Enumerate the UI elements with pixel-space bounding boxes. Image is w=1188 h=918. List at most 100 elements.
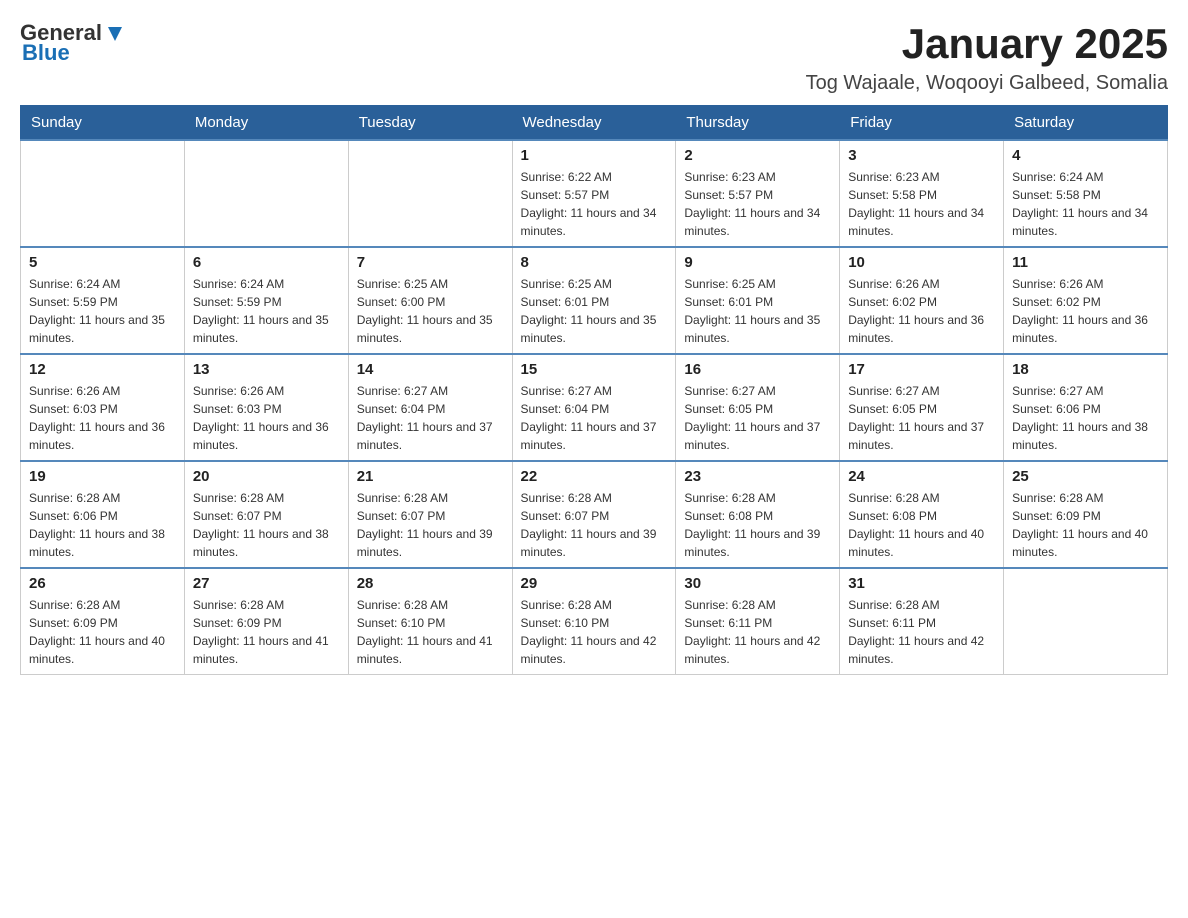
calendar-cell: 24 Sunrise: 6:28 AMSunset: 6:08 PMDayligh… [840,461,1004,568]
calendar-header-wednesday: Wednesday [512,106,676,141]
day-number: 2 [684,147,831,164]
day-info: Sunrise: 6:28 AMSunset: 6:07 PMDaylight:… [521,489,668,561]
calendar-cell [348,140,512,247]
calendar-cell: 15 Sunrise: 6:27 AMSunset: 6:04 PMDayligh… [512,354,676,461]
day-info: Sunrise: 6:28 AMSunset: 6:09 PMDaylight:… [193,596,340,668]
calendar-header-saturday: Saturday [1004,106,1168,141]
day-info: Sunrise: 6:24 AMSunset: 5:58 PMDaylight:… [1012,168,1159,240]
calendar-cell: 20 Sunrise: 6:28 AMSunset: 6:07 PMDayligh… [184,461,348,568]
day-number: 14 [357,361,504,378]
day-number: 18 [1012,361,1159,378]
day-number: 17 [848,361,995,378]
calendar-header-sunday: Sunday [21,106,185,141]
month-title: January 2025 [806,20,1168,68]
day-number: 20 [193,468,340,485]
day-info: Sunrise: 6:23 AMSunset: 5:57 PMDaylight:… [684,168,831,240]
day-info: Sunrise: 6:28 AMSunset: 6:11 PMDaylight:… [684,596,831,668]
day-info: Sunrise: 6:24 AMSunset: 5:59 PMDaylight:… [193,275,340,347]
calendar-header-monday: Monday [184,106,348,141]
calendar-cell: 30 Sunrise: 6:28 AMSunset: 6:11 PMDayligh… [676,568,840,675]
calendar-cell: 28 Sunrise: 6:28 AMSunset: 6:10 PMDayligh… [348,568,512,675]
day-number: 19 [29,468,176,485]
calendar-cell: 29 Sunrise: 6:28 AMSunset: 6:10 PMDayligh… [512,568,676,675]
calendar-week-row-4: 19 Sunrise: 6:28 AMSunset: 6:06 PMDayligh… [21,461,1168,568]
day-info: Sunrise: 6:25 AMSunset: 6:01 PMDaylight:… [684,275,831,347]
calendar-cell: 18 Sunrise: 6:27 AMSunset: 6:06 PMDayligh… [1004,354,1168,461]
calendar-cell: 3 Sunrise: 6:23 AMSunset: 5:58 PMDaylight… [840,140,1004,247]
calendar-cell: 27Sunrise: 6:28 AMSunset: 6:09 PMDayligh… [184,568,348,675]
day-number: 10 [848,254,995,271]
calendar-cell: 12 Sunrise: 6:26 AMSunset: 6:03 PMDayligh… [21,354,185,461]
day-number: 7 [357,254,504,271]
day-info: Sunrise: 6:28 AMSunset: 6:09 PMDaylight:… [29,596,176,668]
calendar-cell: 7 Sunrise: 6:25 AMSunset: 6:00 PMDaylight… [348,247,512,354]
day-info: Sunrise: 6:27 AMSunset: 6:05 PMDaylight:… [848,382,995,454]
calendar-header-thursday: Thursday [676,106,840,141]
day-info: Sunrise: 6:26 AMSunset: 6:03 PMDaylight:… [29,382,176,454]
day-number: 28 [357,575,504,592]
day-number: 21 [357,468,504,485]
calendar-cell [1004,568,1168,675]
day-info: Sunrise: 6:28 AMSunset: 6:09 PMDaylight:… [1012,489,1159,561]
calendar-week-row-3: 12 Sunrise: 6:26 AMSunset: 6:03 PMDayligh… [21,354,1168,461]
calendar-cell [21,140,185,247]
day-info: Sunrise: 6:28 AMSunset: 6:10 PMDaylight:… [357,596,504,668]
calendar-cell: 25Sunrise: 6:28 AMSunset: 6:09 PMDayligh… [1004,461,1168,568]
day-info: Sunrise: 6:26 AMSunset: 6:03 PMDaylight:… [193,382,340,454]
day-number: 12 [29,361,176,378]
calendar-cell: 6Sunrise: 6:24 AMSunset: 5:59 PMDaylight… [184,247,348,354]
day-number: 22 [521,468,668,485]
day-number: 1 [521,147,668,164]
calendar-cell [184,140,348,247]
day-number: 29 [521,575,668,592]
calendar-cell: 14 Sunrise: 6:27 AMSunset: 6:04 PMDayligh… [348,354,512,461]
calendar-header-friday: Friday [840,106,1004,141]
day-info: Sunrise: 6:28 AMSunset: 6:11 PMDaylight:… [848,596,995,668]
day-number: 26 [29,575,176,592]
day-number: 24 [848,468,995,485]
day-info: Sunrise: 6:28 AMSunset: 6:07 PMDaylight:… [193,489,340,561]
day-number: 31 [848,575,995,592]
day-info: Sunrise: 6:23 AMSunset: 5:58 PMDaylight:… [848,168,995,240]
day-info: Sunrise: 6:28 AMSunset: 6:08 PMDaylight:… [684,489,831,561]
day-info: Sunrise: 6:26 AMSunset: 6:02 PMDaylight:… [1012,275,1159,347]
day-number: 15 [521,361,668,378]
day-number: 5 [29,254,176,271]
calendar-cell: 19 Sunrise: 6:28 AMSunset: 6:06 PMDayligh… [21,461,185,568]
day-number: 3 [848,147,995,164]
day-info: Sunrise: 6:28 AMSunset: 6:10 PMDaylight:… [521,596,668,668]
day-info: Sunrise: 6:28 AMSunset: 6:06 PMDaylight:… [29,489,176,561]
day-info: Sunrise: 6:22 AMSunset: 5:57 PMDaylight:… [521,168,668,240]
logo-triangle-icon [104,23,126,45]
day-info: Sunrise: 6:25 AMSunset: 6:00 PMDaylight:… [357,275,504,347]
day-info: Sunrise: 6:27 AMSunset: 6:04 PMDaylight:… [357,382,504,454]
logo: General Blue [20,20,126,66]
calendar-cell: 16 Sunrise: 6:27 AMSunset: 6:05 PMDayligh… [676,354,840,461]
calendar-cell: 1 Sunrise: 6:22 AMSunset: 5:57 PMDaylight… [512,140,676,247]
calendar-cell: 26 Sunrise: 6:28 AMSunset: 6:09 PMDayligh… [21,568,185,675]
calendar-cell: 13 Sunrise: 6:26 AMSunset: 6:03 PMDayligh… [184,354,348,461]
calendar-cell: 23Sunrise: 6:28 AMSunset: 6:08 PMDayligh… [676,461,840,568]
calendar-cell: 17 Sunrise: 6:27 AMSunset: 6:05 PMDayligh… [840,354,1004,461]
day-number: 11 [1012,254,1159,271]
calendar-header-row: SundayMondayTuesdayWednesdayThursdayFrid… [21,106,1168,141]
calendar-week-row-5: 26 Sunrise: 6:28 AMSunset: 6:09 PMDayligh… [21,568,1168,675]
day-info: Sunrise: 6:28 AMSunset: 6:08 PMDaylight:… [848,489,995,561]
day-info: Sunrise: 6:27 AMSunset: 6:05 PMDaylight:… [684,382,831,454]
day-number: 8 [521,254,668,271]
day-number: 30 [684,575,831,592]
calendar-cell: 5 Sunrise: 6:24 AMSunset: 5:59 PMDaylight… [21,247,185,354]
calendar-cell: 11 Sunrise: 6:26 AMSunset: 6:02 PMDayligh… [1004,247,1168,354]
calendar-week-row-2: 5 Sunrise: 6:24 AMSunset: 5:59 PMDaylight… [21,247,1168,354]
calendar-cell: 31 Sunrise: 6:28 AMSunset: 6:11 PMDayligh… [840,568,1004,675]
day-number: 16 [684,361,831,378]
day-info: Sunrise: 6:24 AMSunset: 5:59 PMDaylight:… [29,275,176,347]
day-number: 13 [193,361,340,378]
calendar-cell: 9Sunrise: 6:25 AMSunset: 6:01 PMDaylight… [676,247,840,354]
location-title: Tog Wajaale, Woqooyi Galbeed, Somalia [806,72,1168,95]
day-info: Sunrise: 6:27 AMSunset: 6:06 PMDaylight:… [1012,382,1159,454]
calendar-cell: 4 Sunrise: 6:24 AMSunset: 5:58 PMDaylight… [1004,140,1168,247]
day-number: 4 [1012,147,1159,164]
page-header: General Blue January 2025 Tog Wajaale, W… [20,20,1168,95]
day-info: Sunrise: 6:27 AMSunset: 6:04 PMDaylight:… [521,382,668,454]
